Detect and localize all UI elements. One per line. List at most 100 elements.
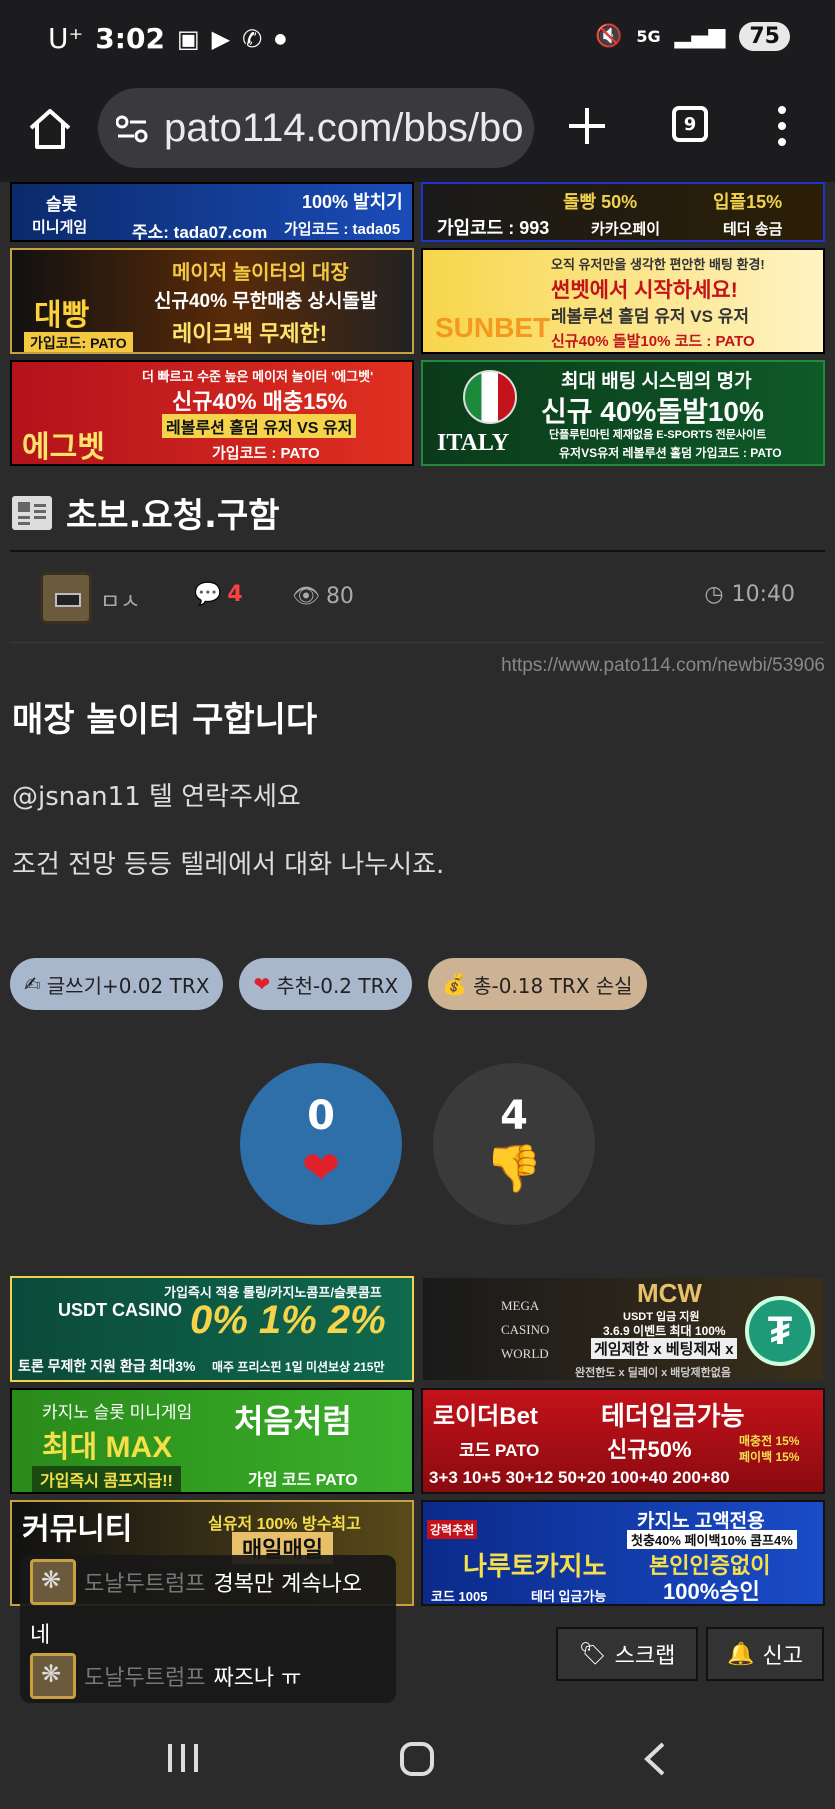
scrap-button[interactable]: 🏷 스크랩 (556, 1627, 698, 1681)
heart-icon: ❤ (253, 972, 271, 996)
dot-icon: ● (274, 30, 287, 47)
ad-banner-tada[interactable]: 슬롯 미니게임 100% 발치기 주소: tada07.com 가입코드 : t… (10, 182, 414, 242)
banner-text: 첫충40% 페이백10% 콤프4% (627, 1530, 797, 1549)
banner-text: 최대 배팅 시스템의 명가 (561, 371, 752, 392)
banner-text: MCW (637, 1278, 702, 1308)
banner-text: 에그벳 (22, 431, 105, 464)
banner-text: CASINO (501, 1322, 550, 1337)
money-bag-icon: 💰 (442, 972, 468, 996)
ad-banner-daebbang[interactable]: 메이저 놀이터의 대장 신규40% 무한매충 상시돌발 레이크백 무제한! 대빵… (10, 248, 414, 354)
ad-banner-993[interactable]: 돌빵 50% 입플15% 가입코드 : 993 카카오페이 테더 송금 (421, 182, 825, 242)
author-avatar[interactable] (40, 572, 92, 624)
status-bar: U⁺ 3:02 ▣ ▶ ✆ ● 🔇 5G ▂▄▆ 75 (0, 0, 835, 82)
home-nav-icon[interactable] (400, 1742, 434, 1776)
like-button[interactable]: 0 ❤ (240, 1063, 402, 1225)
overflow-menu-icon[interactable] (775, 106, 789, 146)
post-meta: ㅁㅅ 💬 4 👁 80 ◷ 10:40 (0, 570, 835, 630)
banner-text: 슬롯 (46, 195, 78, 214)
ad-banner-eggbet[interactable]: 더 빠르고 수준 높은 메이저 놀이터 '에그벳' 신규40% 매충15% 레볼… (10, 360, 414, 466)
banner-text: 미니게임 (32, 219, 88, 236)
reward-chips: ✍ 글쓰기+0.02 TRX ❤ 추천-0.2 TRX 💰 총-0.18 TRX… (10, 958, 647, 1010)
banner-text: 실유저 100% 방수최고 (208, 1516, 361, 1533)
banner-text: 신규50% (607, 1437, 692, 1462)
recommend-reward-chip: ❤ 추천-0.2 TRX (239, 958, 413, 1010)
banner-text: 대빵 (34, 299, 90, 332)
banner-text: 가입즉시 콤프지급!! (32, 1466, 181, 1492)
banner-text: 유저VS유저 레볼루션 홀덤 가입코드 : PATO (559, 446, 782, 460)
post-time-value: 10:40 (731, 582, 795, 607)
banner-text: 코드 PATO (459, 1441, 540, 1460)
home-icon[interactable] (25, 104, 75, 154)
comment-icon: 💬 (194, 582, 222, 607)
banner-text: 3+3 10+5 30+12 50+20 100+40 200+80 (429, 1468, 730, 1487)
banner-text: 매주 프리스핀 1일 미션보상 215만 (212, 1360, 385, 1374)
url-text[interactable]: pato114.com/bbs/bo (164, 106, 524, 151)
browser-toolbar: pato114.com/bbs/bo 9 (0, 82, 835, 182)
divider (10, 642, 825, 643)
banner-text: WORLD (501, 1346, 549, 1361)
banner-text: 커뮤니티 (22, 1513, 133, 1546)
address-bar[interactable]: pato114.com/bbs/bo (98, 88, 534, 168)
site-settings-icon[interactable] (116, 114, 148, 144)
banner-text: 레이크백 무제한! (172, 321, 328, 346)
recent-apps-icon[interactable] (168, 1744, 198, 1772)
clock-icon: ◷ (704, 582, 724, 607)
banner-text: 메이저 놀이터의 대장 (172, 262, 349, 284)
ad-banner-mcw[interactable]: MEGA CASINO WORLD MCW USDT 입금 지원 3.6.9 이… (421, 1276, 825, 1382)
new-tab-icon[interactable] (565, 104, 609, 148)
report-label: 신고 (762, 1644, 803, 1669)
banner-text: 테더 송금 (723, 221, 783, 238)
dislike-button[interactable]: 4 👎 (433, 1063, 595, 1225)
ad-banner-usdt-casino[interactable]: 가입즉시 적용 롤링/카지노콤프/슬롯콤프 USDT CASINO 0% 1% … (10, 1276, 414, 1382)
banner-text: USDT CASINO (58, 1300, 183, 1320)
banner-text: 신규 40%돌발10% (541, 396, 764, 427)
battery-badge: 75 (739, 22, 790, 51)
view-count: 👁 80 (292, 584, 354, 609)
post-subject: 매장 놀이터 구합니다 (12, 700, 318, 740)
banner-text: 가입코드 : 993 (437, 218, 550, 238)
total-reward-chip: 💰 총-0.18 TRX 손실 (428, 958, 647, 1010)
report-button[interactable]: 🔔 신고 (706, 1627, 824, 1681)
chat-avatar (30, 1653, 76, 1699)
banner-text: 게임제한 x 베팅제재 x (591, 1338, 737, 1359)
chip-label: 글쓰기+0.02 TRX (46, 973, 210, 998)
network-label: 5G (636, 27, 661, 46)
banner-text: 레볼루션 홀덤 유저 VS 유저 (551, 307, 749, 326)
chip-label: 총-0.18 TRX 손실 (473, 973, 633, 998)
banner-text: 3.6.9 이벤트 최대 100% (603, 1324, 726, 1338)
ad-banner-italy[interactable]: 최대 배팅 시스템의 명가 신규 40%돌발10% 단플루틴마틴 제재없음 E-… (421, 360, 825, 466)
comment-count-value: 4 (227, 582, 243, 607)
tab-switcher-button[interactable]: 9 (672, 106, 708, 142)
banner-text: 가입코드 : tada05 (284, 221, 401, 238)
live-chat-overlay[interactable]: 도날두트럼프 경복만 계속나오 네 도날두트럼프 짜즈나 ㅠ (20, 1555, 396, 1703)
ad-banner-cheoeum[interactable]: 카지노 슬롯 미니게임 최대 MAX 가입즉시 콤프지급!! 처음처럼 가입 코… (10, 1388, 414, 1494)
chat-message: 도날두트럼프 경복만 계속나오 (30, 1559, 362, 1605)
system-nav-bar (0, 1710, 835, 1809)
ad-banner-sunbet[interactable]: 오직 유저만을 생각한 편안한 배팅 환경! 썬벳에서 시작하세요! 레볼루션 … (421, 248, 825, 354)
tether-icon: ₮ (745, 1296, 815, 1366)
ad-banner-roider[interactable]: 로이더Bet 테더입금가능 코드 PATO 신규50% 매충전 15% 페이백 … (421, 1388, 825, 1494)
banner-text: MEGA (501, 1298, 540, 1313)
banner-text: 돌빵 50% (563, 192, 638, 212)
comment-count: 💬 4 (194, 582, 243, 607)
permalink[interactable]: https://www.pato114.com/newbi/53906 (501, 655, 825, 677)
chat-message: 도날두트럼프 짜즈나 ㅠ (30, 1653, 301, 1699)
banner-text: 신규40% 무한매충 상시돌발 (154, 291, 378, 312)
banner-text: 카지노 고액전용 (637, 1511, 765, 1532)
banner-text: 나루토카지노 (463, 1551, 607, 1581)
dislike-count: 4 (500, 1092, 528, 1139)
clock: 3:02 (95, 22, 165, 55)
back-icon[interactable] (643, 1742, 667, 1776)
banner-text: 가입 코드 PATO (248, 1472, 358, 1489)
banner-text: 최대 MAX (42, 1431, 173, 1464)
banner-text: 썬벳에서 시작하세요! (551, 279, 738, 302)
author-name[interactable]: ㅁㅅ (100, 584, 140, 616)
banner-text: 카카오페이 (591, 221, 661, 238)
banner-text: 신규40% 돌발10% 코드 : PATO (551, 333, 755, 350)
banner-text: 가입코드 : PATO (212, 445, 320, 462)
ad-banner-naruto[interactable]: 강력추천 카지노 고액전용 첫충40% 페이백10% 콤프4% 나루토카지노 본… (421, 1500, 825, 1606)
signal-icon: ▂▄▆ (674, 24, 726, 49)
carrier-label: U⁺ (48, 22, 84, 55)
banner-text: ITALY (437, 430, 510, 456)
banner-text: SUNBET (435, 312, 551, 343)
